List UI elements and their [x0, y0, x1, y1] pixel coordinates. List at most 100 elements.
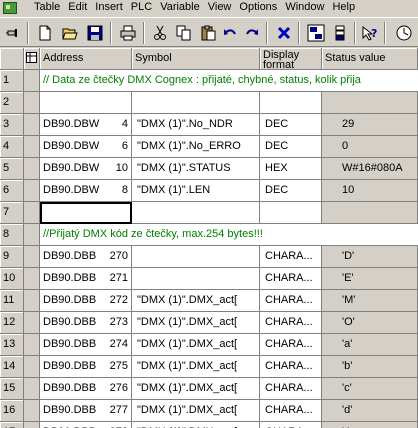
row-number[interactable]: 5	[0, 158, 24, 180]
symbol-cell[interactable]: "DMX (1)".No_NDR	[132, 114, 260, 136]
row-number[interactable]: 10	[0, 268, 24, 290]
symbol-cell[interactable]: "DMX (1)".DMX_act[	[132, 334, 260, 356]
header-status-value[interactable]: Status value	[322, 48, 418, 70]
address-cell[interactable]: DB90.DBB 270	[40, 246, 132, 268]
header-symbol[interactable]: Symbol	[132, 48, 260, 70]
display-format-cell[interactable]: CHARA...	[260, 334, 322, 356]
pin-icon[interactable]	[2, 22, 25, 44]
table-row[interactable]: 17DB90.DBB278"DMX (1)".DMX_act[CHARA...'…	[0, 422, 418, 428]
address-cell[interactable]: DB90.DBB 277	[40, 400, 132, 422]
display-format-cell[interactable]: CHARA...	[260, 378, 322, 400]
print-icon[interactable]	[116, 22, 139, 44]
display-format-cell[interactable]: DEC	[260, 180, 322, 202]
symbol-cell[interactable]: "DMX (1)".DMX_act[	[132, 312, 260, 334]
address-cell[interactable]: DB90.DBW 6	[40, 136, 132, 158]
table-row[interactable]: 4 DB90.DBW 6 "DMX (1)".No_ERRO DEC 0	[0, 136, 418, 158]
display-format-cell[interactable]	[260, 202, 322, 224]
row-number[interactable]: 17	[0, 422, 24, 428]
menu-table[interactable]: Table	[30, 0, 64, 17]
copy-icon[interactable]	[172, 22, 195, 44]
symbol-cell[interactable]	[132, 202, 260, 224]
symbol-cell[interactable]: "DMX (1)".DMX_act[	[132, 378, 260, 400]
table-row[interactable]: 12 DB90.DBB 273 "DMX (1)".DMX_act[CHARA... '…	[0, 312, 418, 334]
row-selector[interactable]	[24, 180, 40, 202]
app-icon[interactable]	[3, 2, 17, 14]
symbol-cell[interactable]: "DMX (1)".No_ERRO	[132, 136, 260, 158]
table-row[interactable]: 14 DB90.DBB 275 "DMX (1)".DMX_act[CHARA... '…	[0, 356, 418, 378]
paste-icon[interactable]	[196, 22, 219, 44]
table-row[interactable]: 3 DB90.DBW 4 "DMX (1)".No_NDR DEC 29	[0, 114, 418, 136]
header-display-format[interactable]: Display format	[260, 48, 322, 70]
display-format-cell[interactable]: DEC	[260, 136, 322, 158]
symbol-cell[interactable]: "DMX (1)".DMX_act[	[132, 400, 260, 422]
status-value-cell[interactable]	[322, 202, 418, 224]
status-value-cell[interactable]: 'O'	[322, 312, 418, 334]
row-selector[interactable]	[24, 224, 40, 246]
display-format-cell[interactable]: CHARA...	[260, 356, 322, 378]
address-cell[interactable]	[40, 92, 132, 114]
symbol-cell[interactable]: "DMX (1)".LEN	[132, 180, 260, 202]
menu-options[interactable]: Options	[235, 0, 281, 17]
row-selector[interactable]	[24, 290, 40, 312]
status-value-cell[interactable]: 'b'	[322, 356, 418, 378]
address-cell[interactable]: DB90.DBB 275	[40, 356, 132, 378]
row-selector[interactable]	[24, 246, 40, 268]
menu-plc[interactable]: PLC	[127, 0, 156, 17]
table-row[interactable]: 2	[0, 92, 418, 114]
display-format-cell[interactable]: CHARA...	[260, 246, 322, 268]
status-value-cell[interactable]: 29	[322, 114, 418, 136]
table-row[interactable]: 11 DB90.DBB 272 "DMX (1)".DMX_act[CHARA... '…	[0, 290, 418, 312]
status-value-cell[interactable]: 0	[322, 136, 418, 158]
status-value-cell[interactable]	[322, 92, 418, 114]
table-row[interactable]: 13 DB90.DBB 274 "DMX (1)".DMX_act[CHARA... '…	[0, 334, 418, 356]
table-row[interactable]: 9 DB90.DBB 270 CHARA... 'D'	[0, 246, 418, 268]
table-row[interactable]: 5 DB90.DBW 10 "DMX (1)".STATUS HEX W#16#080A	[0, 158, 418, 180]
menu-view[interactable]: View	[204, 0, 236, 17]
symbol-cell[interactable]	[132, 246, 260, 268]
header-address[interactable]: Address	[40, 48, 132, 70]
address-cell[interactable]	[40, 202, 132, 224]
table-row[interactable]: 16 DB90.DBB 277 "DMX (1)".DMX_act[CHARA... '…	[0, 400, 418, 422]
row-number[interactable]: 9	[0, 246, 24, 268]
display-format-cell[interactable]: CHARA...	[260, 312, 322, 334]
row-selector[interactable]	[24, 202, 40, 224]
trigger-icon[interactable]	[392, 22, 415, 44]
row-selector[interactable]	[24, 378, 40, 400]
redo-icon[interactable]	[240, 22, 263, 44]
undo-icon[interactable]	[218, 22, 241, 44]
help-icon[interactable]: ?	[358, 22, 381, 44]
row-number[interactable]: 8	[0, 224, 24, 246]
symbol-cell[interactable]: "DMX (1)".DMX_act[	[132, 290, 260, 312]
new-document-icon[interactable]	[33, 22, 56, 44]
row-selector[interactable]	[24, 92, 40, 114]
status-value-cell[interactable]: W#16#080A	[322, 158, 418, 180]
status-value-cell[interactable]: 'M'	[322, 290, 418, 312]
address-cell[interactable]: DB90.DBW 8	[40, 180, 132, 202]
address-cell[interactable]: DB90.DBW 10	[40, 158, 132, 180]
cut-icon[interactable]	[148, 22, 171, 44]
row-number[interactable]: 2	[0, 92, 24, 114]
table-row[interactable]: 15 DB90.DBB 276 "DMX (1)".DMX_act[CHARA... '…	[0, 378, 418, 400]
row-number[interactable]: 1	[0, 70, 24, 92]
status-value-cell[interactable]: ' '	[322, 422, 418, 428]
row-selector[interactable]	[24, 70, 40, 92]
row-selector[interactable]	[24, 158, 40, 180]
row-number[interactable]: 7	[0, 202, 24, 224]
row-selector[interactable]	[24, 356, 40, 378]
menu-variable[interactable]: Variable	[156, 0, 204, 17]
table-row[interactable]: 6 DB90.DBW 8 "DMX (1)".LEN DEC 10	[0, 180, 418, 202]
status-value-cell[interactable]: 10	[322, 180, 418, 202]
menu-edit[interactable]: Edit	[64, 0, 91, 17]
menu-insert[interactable]: Insert	[91, 0, 127, 17]
symbol-cell[interactable]	[132, 92, 260, 114]
address-cell[interactable]: DB90.DBB278	[40, 422, 132, 428]
row-number[interactable]: 13	[0, 334, 24, 356]
modify-variable-icon[interactable]	[328, 22, 351, 44]
row-number[interactable]: 6	[0, 180, 24, 202]
display-format-cell[interactable]: CHARA...	[260, 422, 322, 428]
table-row[interactable]: 10 DB90.DBB 271 CHARA... 'E'	[0, 268, 418, 290]
status-value-cell[interactable]: 'E'	[322, 268, 418, 290]
display-format-cell[interactable]: HEX	[260, 158, 322, 180]
display-format-cell[interactable]	[260, 92, 322, 114]
monitor-variable-icon[interactable]	[304, 22, 327, 44]
